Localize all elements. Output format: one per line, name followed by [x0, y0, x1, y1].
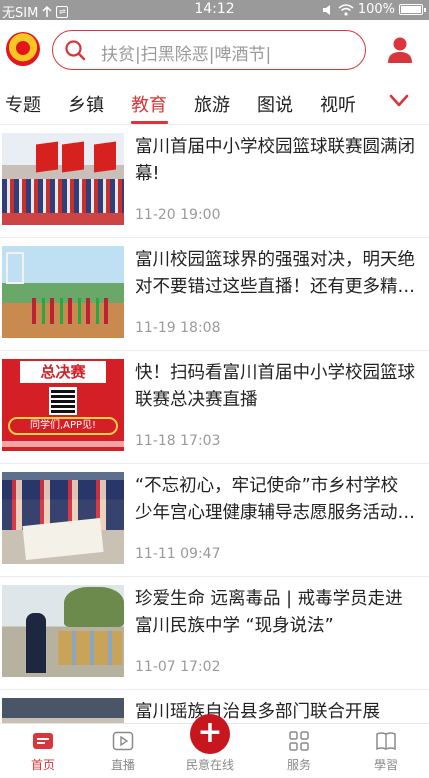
thumbnail-banner-text: 总决赛: [20, 361, 106, 383]
mute-icon: [322, 4, 330, 15]
article-thumbnail: [2, 133, 124, 225]
battery-percent: 100%: [357, 2, 395, 17]
article-time: 11-07 17:02: [135, 659, 221, 675]
article-item[interactable]: “不忘初心，牢记使命”市乡村学校少年宫心理健康辅导志愿服务活动走进富川 11-1…: [0, 464, 429, 577]
nav-services[interactable]: 服务: [256, 724, 342, 778]
play-icon: [112, 731, 134, 751]
app-header: 扶贫|扫黑除恶|啤酒节|: [0, 20, 429, 80]
article-time: 11-20 19:00: [135, 207, 221, 223]
tab-jiaoyu[interactable]: 教育: [131, 91, 167, 117]
user-icon[interactable]: [387, 36, 413, 64]
tab-lvyou[interactable]: 旅游: [194, 91, 230, 117]
article-time: 11-19 18:08: [135, 320, 221, 336]
article-thumbnail: [2, 585, 124, 677]
article-title: 快！扫码看富川首届中小学校园篮球联赛总决赛直播: [135, 363, 415, 410]
article-title: 富川校园篮球界的强强对决，明天绝对不要错过这些直播！还有更多精彩内容等你来看: [135, 250, 415, 297]
nav-label: 直播: [110, 758, 135, 772]
channel-tabs: 专题 乡镇 教育 旅游 图说 视听: [0, 80, 429, 124]
plus-icon[interactable]: +: [190, 714, 230, 754]
search-icon: [65, 40, 86, 61]
search-bar[interactable]: 扶贫|扫黑除恶|啤酒节|: [52, 30, 366, 70]
article-list: 富川首届中小学校园篮球联赛圆满闭幕! 11-20 19:00 富川校园篮球界的强…: [0, 125, 429, 723]
tab-shiting[interactable]: 视听: [320, 91, 356, 117]
article-title: “不忘初心，牢记使命”市乡村学校少年宫心理健康辅导志愿服务活动走进富川: [135, 476, 415, 523]
grid-icon: [289, 731, 309, 751]
qr-code-icon: [49, 387, 77, 415]
nav-label: 學習: [373, 758, 398, 772]
status-right: 100%: [322, 2, 426, 17]
nav-label: 服务: [286, 758, 311, 772]
nav-live[interactable]: 直播: [80, 724, 166, 778]
article-item[interactable]: 总决赛 同学们,APP见! 快！扫码看富川首届中小学校园篮球联赛总决赛直播 11…: [0, 351, 429, 464]
article-item[interactable]: 富川首届中小学校园篮球联赛圆满闭幕! 11-20 19:00: [0, 125, 429, 238]
nav-label: 首页: [30, 758, 55, 772]
bottom-nav: 首页 直播 + 民意在线 服务 學習: [0, 714, 429, 778]
app-logo[interactable]: [6, 32, 40, 66]
article-title: 富川首届中小学校园篮球联赛圆满闭幕!: [135, 137, 415, 184]
tab-tushuo[interactable]: 图说: [257, 91, 293, 117]
article-title: 珍爱生命 远离毒品 | 戒毒学员走进富川民族中学 “现身说法”: [135, 589, 403, 636]
book-icon: [376, 732, 396, 751]
search-input[interactable]: 扶贫|扫黑除恶|啤酒节|: [101, 40, 271, 65]
wifi-icon: [338, 3, 354, 16]
tab-zhuanti[interactable]: 专题: [5, 91, 41, 117]
article-thumbnail: [2, 246, 124, 338]
thumbnail-slogan-text: 同学们,APP见!: [8, 417, 118, 435]
home-icon: [33, 733, 53, 749]
article-time: 11-11 09:47: [135, 546, 221, 562]
nav-label: 民意在线: [185, 758, 234, 772]
article-time: 11-18 17:03: [135, 433, 221, 449]
nav-study[interactable]: 學習: [343, 724, 429, 778]
status-bar: 无SIM ⇌ 14:12 100%: [0, 0, 429, 21]
article-item[interactable]: 珍爱生命 远离毒品 | 戒毒学员走进富川民族中学 “现身说法” 11-07 17…: [0, 577, 429, 690]
nav-home[interactable]: 首页: [0, 724, 86, 778]
article-thumbnail: [2, 698, 124, 723]
tab-xiangzhen[interactable]: 乡镇: [68, 91, 104, 117]
article-thumbnail: [2, 472, 124, 564]
article-thumbnail: 总决赛 同学们,APP见!: [2, 359, 124, 451]
article-item[interactable]: 富川校园篮球界的强强对决，明天绝对不要错过这些直播！还有更多精彩内容等你来看 1…: [0, 238, 429, 351]
article-title: 富川瑶族自治县多部门联合开展: [135, 702, 380, 722]
nav-public-opinion[interactable]: + 民意在线: [167, 714, 253, 778]
battery-icon: [399, 4, 426, 15]
chevron-down-icon[interactable]: [389, 94, 409, 108]
